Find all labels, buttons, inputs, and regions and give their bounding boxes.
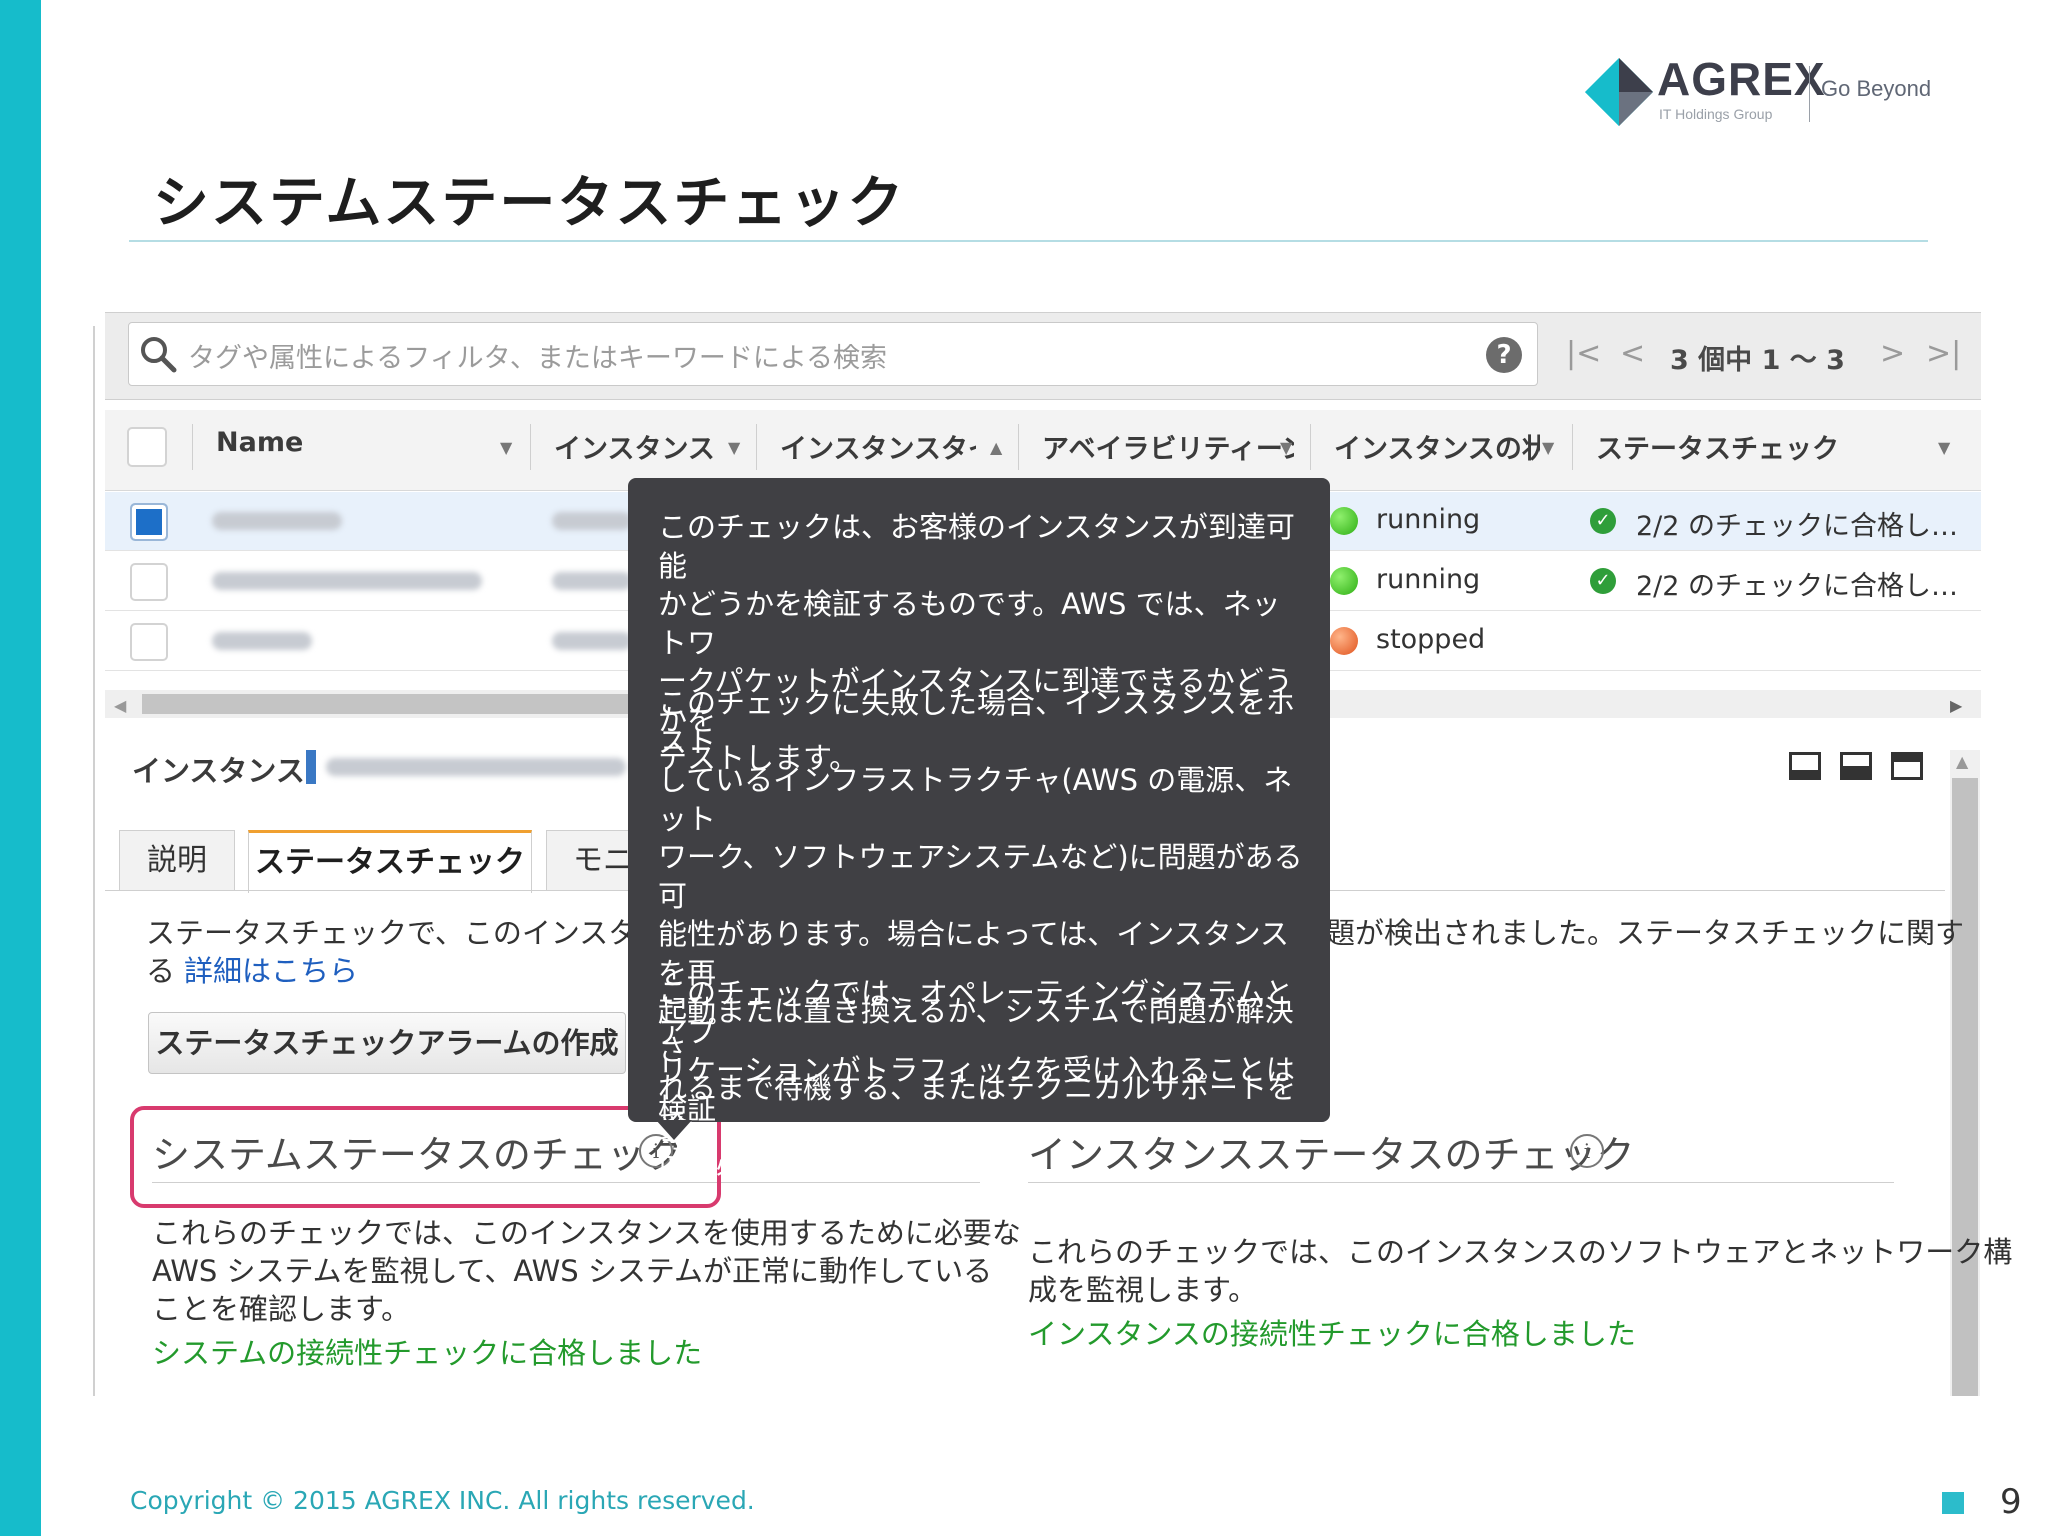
detail-selection-marker bbox=[306, 750, 316, 784]
sort-caret-icon[interactable]: ▼ bbox=[728, 438, 740, 457]
page-number: 9 bbox=[2000, 1482, 2022, 1522]
sort-caret-icon[interactable]: ▼ bbox=[1280, 438, 1292, 457]
tooltip-line: このチェックは、お客様のインスタンスが到達可能 bbox=[658, 510, 1295, 583]
pane-half-icon[interactable] bbox=[1840, 752, 1872, 780]
tab-description[interactable]: 説明 bbox=[119, 830, 235, 891]
column-separator bbox=[1572, 424, 1573, 470]
column-separator bbox=[1310, 424, 1311, 470]
redacted-instance-detail bbox=[326, 758, 626, 776]
info-tooltip: このチェックは、お客様のインスタンスが到達可能 かどうかを検証するものです。AW… bbox=[628, 478, 1330, 1182]
column-header-instance-id[interactable]: インスタンス II bbox=[554, 427, 722, 466]
status-check-text[interactable]: 2/2 のチェックに合格し… bbox=[1636, 504, 1958, 543]
tooltip-line: かどうかを検証するものです。AWS では、ネットワ bbox=[658, 587, 1281, 660]
sort-caret-icon[interactable]: ▼ bbox=[1938, 438, 1950, 457]
column-header-instance-state[interactable]: インスタンスの状 bbox=[1334, 427, 1540, 466]
check-ok-icon: ✓ bbox=[1590, 508, 1616, 534]
prev-page-icon[interactable]: < bbox=[1620, 336, 1645, 371]
instance-check-result: インスタンスの接続性チェックに合格しました bbox=[1028, 1317, 1636, 1351]
instance-state: running bbox=[1376, 564, 1481, 595]
column-header-instance-type[interactable]: インスタンスタイ bbox=[780, 427, 976, 466]
system-check-result: システムの接続性チェックに合格しました bbox=[152, 1336, 703, 1370]
next-page-icon[interactable]: > bbox=[1880, 336, 1905, 371]
redacted-instance-id bbox=[552, 632, 632, 650]
select-all-checkbox[interactable] bbox=[127, 427, 167, 467]
column-header-availability-zone[interactable]: アベイラビリティーン bbox=[1042, 427, 1294, 466]
instance-state: stopped bbox=[1376, 624, 1486, 655]
row-checkbox[interactable] bbox=[130, 563, 168, 601]
title-rule bbox=[129, 240, 1928, 242]
column-header-name[interactable]: Name bbox=[216, 427, 486, 458]
pane-max-icon[interactable] bbox=[1891, 752, 1923, 780]
redacted-name bbox=[212, 632, 312, 650]
tooltip-paragraph: このチェックでは、オペレーティングシステムとアプ リケーションがトラフィックを受… bbox=[658, 974, 1308, 1167]
body-line: AWS システムを監視して、AWS システムが正常に動作している bbox=[152, 1254, 993, 1288]
instance-state: running bbox=[1376, 504, 1481, 535]
scroll-right-icon[interactable]: ▶ bbox=[1950, 696, 1962, 715]
status-description-prefix: る bbox=[146, 954, 176, 988]
tooltip-line: しているインフラストラクチャ(AWS の電源、ネット bbox=[658, 763, 1293, 836]
sort-asc-icon[interactable]: ▲ bbox=[990, 438, 1002, 457]
redacted-name bbox=[212, 572, 482, 590]
system-status-body: これらのチェックでは、このインスタンスを使用するために必要な AWS システムを… bbox=[152, 1214, 1021, 1328]
stopped-status-icon bbox=[1330, 627, 1358, 655]
running-status-icon bbox=[1330, 567, 1358, 595]
column-separator bbox=[756, 424, 757, 470]
redacted-instance-id bbox=[552, 572, 632, 590]
status-description-right: 題が検出されました。ステータスチェックに関す bbox=[1326, 916, 1965, 950]
instance-status-body: これらのチェックでは、このインスタンスのソフトウェアとネットワーク構 成を監視し… bbox=[1028, 1233, 2012, 1309]
check-ok-icon: ✓ bbox=[1590, 568, 1616, 594]
column-header-status-check[interactable]: ステータスチェック bbox=[1596, 427, 1896, 466]
running-status-icon bbox=[1330, 507, 1358, 535]
accent-bar bbox=[0, 0, 41, 1536]
scroll-up-icon[interactable]: ▲ bbox=[1956, 752, 1968, 771]
row-checkbox[interactable] bbox=[130, 623, 168, 661]
redacted-name bbox=[212, 512, 342, 530]
logo-wordmark: AGREX bbox=[1657, 53, 1826, 105]
logo-divider bbox=[1809, 66, 1810, 122]
console-border bbox=[93, 326, 95, 1396]
body-line: これらのチェックでは、このインスタンスを使用するために必要な bbox=[152, 1216, 1021, 1250]
detail-instance-label: インスタンス: bbox=[132, 754, 317, 788]
page-marker bbox=[1942, 1492, 1964, 1514]
agrex-logo-icon bbox=[1585, 58, 1653, 126]
body-line: ことを確認します。 bbox=[152, 1292, 411, 1326]
row-checkbox[interactable] bbox=[130, 503, 168, 541]
tooltip-arrow bbox=[656, 1120, 692, 1140]
search-placeholder: タグや属性によるフィルタ、またはキーワードによる検索 bbox=[188, 343, 888, 374]
pane-min-icon[interactable] bbox=[1789, 752, 1821, 780]
redacted-instance-id bbox=[552, 512, 632, 530]
tab-status-checks[interactable]: ステータスチェック bbox=[248, 830, 532, 893]
body-line: 成を監視します。 bbox=[1028, 1273, 1258, 1307]
status-description-left: ステータスチェックで、このインスタンス bbox=[146, 916, 695, 950]
last-page-icon[interactable]: >| bbox=[1926, 336, 1961, 371]
search-icon bbox=[141, 337, 177, 373]
tooltip-line: されません。 bbox=[658, 1130, 832, 1164]
logo-subtitle: IT Holdings Group bbox=[1659, 106, 1773, 122]
learn-more-link[interactable]: 詳細はこちら bbox=[184, 952, 358, 990]
tooltip-line: ワーク、ソフトウェアシステムなど)に問題がある可 bbox=[658, 840, 1303, 913]
body-line: これらのチェックでは、このインスタンスのソフトウェアとネットワーク構 bbox=[1028, 1235, 2013, 1269]
first-page-icon[interactable]: |< bbox=[1566, 336, 1601, 371]
pager-count: 3 個中 1 ～ 3 bbox=[1670, 345, 1845, 376]
help-icon[interactable]: ? bbox=[1486, 337, 1522, 373]
column-separator bbox=[1018, 424, 1019, 470]
slide-title: システムステータスチェック bbox=[153, 171, 906, 236]
info-icon[interactable]: i bbox=[1570, 1134, 1604, 1168]
column-separator bbox=[530, 424, 531, 470]
sort-caret-icon[interactable]: ▼ bbox=[1542, 438, 1554, 457]
tooltip-line: リケーションがトラフィックを受け入れることは検証 bbox=[658, 1053, 1295, 1126]
status-check-text[interactable]: 2/2 のチェックに合格し… bbox=[1636, 564, 1958, 603]
logo-tagline: Go Beyond bbox=[1821, 76, 1932, 101]
create-alarm-button[interactable]: ステータスチェックアラームの作成 bbox=[148, 1012, 626, 1074]
tooltip-line: このチェックでは、オペレーティングシステムとアプ bbox=[658, 976, 1294, 1049]
column-separator bbox=[192, 424, 193, 470]
sort-caret-icon[interactable]: ▼ bbox=[500, 438, 512, 457]
scroll-left-icon[interactable]: ◀ bbox=[114, 696, 126, 715]
horizontal-scroll-thumb[interactable] bbox=[142, 694, 662, 714]
copyright-footer: Copyright © 2015 AGREX INC. All rights r… bbox=[130, 1486, 755, 1515]
tooltip-line: このチェックに失敗した場合、インスタンスをホスト bbox=[658, 686, 1295, 759]
